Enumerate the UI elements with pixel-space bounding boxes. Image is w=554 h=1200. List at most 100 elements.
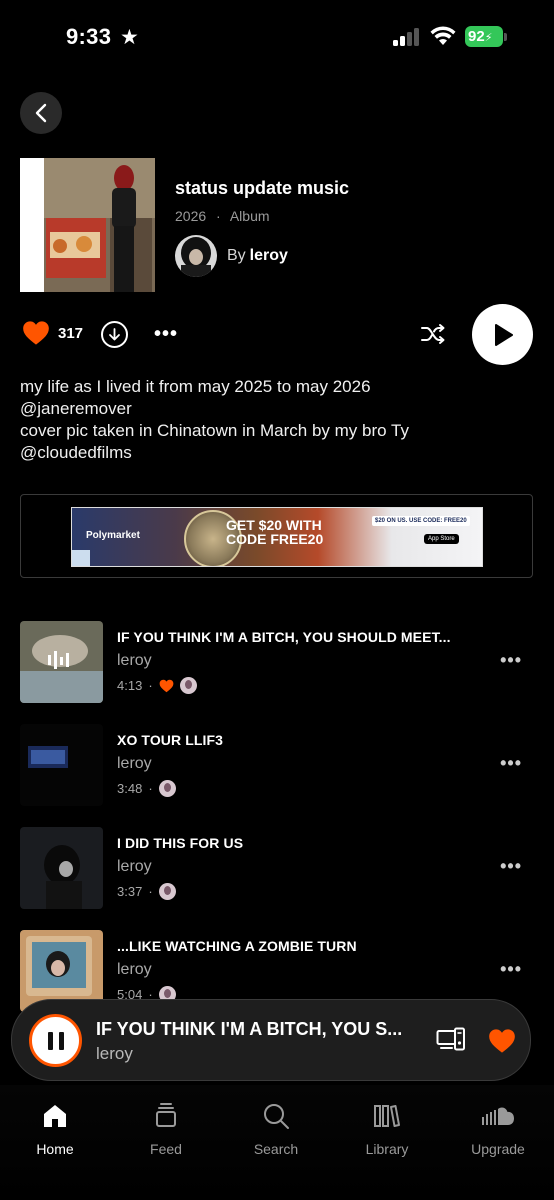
nav-feed[interactable]: Feed bbox=[116, 1101, 216, 1157]
ad-app-store-badge: App Store bbox=[424, 534, 459, 544]
track-row[interactable]: I DID THIS FOR US leroy 3:37 · ••• bbox=[20, 827, 534, 911]
favorite-star-icon: ★ bbox=[120, 26, 139, 49]
nav-label: Home bbox=[36, 1141, 74, 1157]
track-duration: 3:37 bbox=[117, 884, 143, 899]
back-button[interactable] bbox=[20, 92, 62, 134]
nav-label: Search bbox=[253, 1141, 299, 1157]
soundcloud-icon bbox=[482, 1107, 514, 1125]
album-meta: 2026 · Album bbox=[175, 208, 270, 224]
status-bar: 9:33 ★ 92⚡ bbox=[0, 0, 554, 72]
track-title: XO TOUR LLIF3 bbox=[117, 732, 224, 748]
ad-headline: GET $20 WITH CODE FREE20 bbox=[226, 517, 324, 547]
track-meta: 3:37 · bbox=[117, 883, 176, 900]
track-artwork-image bbox=[20, 724, 103, 806]
wifi-icon bbox=[430, 26, 456, 45]
ad-cta: $20 ON US. USE CODE: FREE20 bbox=[372, 516, 470, 526]
description-mention[interactable]: @cloudedfilms bbox=[20, 442, 540, 464]
ad-container: Polymarket GET $20 WITH CODE FREE20 $20 … bbox=[20, 494, 533, 578]
album-year: 2026 bbox=[175, 208, 207, 224]
shuffle-icon[interactable] bbox=[420, 322, 446, 346]
clock: 9:33 bbox=[66, 24, 112, 49]
track-meta: 3:48 · bbox=[117, 780, 176, 797]
album-type: Album bbox=[229, 208, 270, 224]
ad-choices-icon[interactable] bbox=[72, 550, 90, 566]
nav-home[interactable]: Home bbox=[5, 1101, 105, 1157]
library-icon bbox=[374, 1105, 400, 1127]
track-artwork bbox=[20, 827, 103, 909]
track-artist: leroy bbox=[117, 652, 152, 669]
more-options-button[interactable]: ••• bbox=[154, 323, 179, 345]
track-duration: 3:48 bbox=[117, 781, 143, 796]
battery-tip bbox=[504, 33, 507, 41]
nav-label: Upgrade bbox=[471, 1141, 525, 1157]
track-artist: leroy bbox=[117, 755, 152, 772]
nav-upgrade[interactable]: Upgrade bbox=[448, 1101, 548, 1157]
feed-icon bbox=[156, 1103, 176, 1127]
separator: · bbox=[148, 884, 153, 899]
separator: · bbox=[148, 678, 153, 693]
track-artwork bbox=[20, 724, 103, 806]
track-more-button[interactable]: ••• bbox=[500, 857, 522, 875]
nav-label: Feed bbox=[150, 1141, 182, 1157]
track-artist: leroy bbox=[117, 961, 152, 978]
search-icon bbox=[264, 1104, 289, 1129]
nav-search[interactable]: Search bbox=[226, 1101, 326, 1157]
connect-device-icon[interactable] bbox=[436, 1027, 466, 1053]
track-more-button[interactable]: ••• bbox=[500, 754, 522, 772]
description-line: my life as I lived it from may 2025 to m… bbox=[20, 377, 371, 396]
track-artwork bbox=[20, 621, 103, 703]
track-row[interactable]: IF YOU THINK I'M A BITCH, YOU SHOULD MEE… bbox=[20, 621, 534, 705]
chevron-left-icon bbox=[35, 103, 47, 123]
album-cover[interactable] bbox=[20, 158, 155, 292]
play-icon bbox=[494, 323, 513, 346]
description-line: cover pic taken in Chinatown in March by… bbox=[20, 421, 409, 440]
album-description: my life as I lived it from may 2025 to m… bbox=[20, 376, 540, 464]
battery-level: 92 bbox=[468, 28, 485, 45]
pause-icon-bar bbox=[47, 1031, 53, 1050]
artist-link[interactable]: By leroy bbox=[227, 247, 288, 265]
listener-avatar bbox=[158, 780, 176, 797]
ad-banner[interactable]: Polymarket GET $20 WITH CODE FREE20 $20 … bbox=[71, 507, 483, 567]
ad-brand: Polymarket bbox=[86, 530, 140, 541]
album-title: status update music bbox=[175, 178, 350, 198]
cellular-signal-icon bbox=[393, 28, 423, 46]
heart-icon[interactable] bbox=[488, 1028, 516, 1054]
download-button[interactable] bbox=[101, 321, 128, 348]
track-artwork-image bbox=[20, 621, 103, 703]
now-playing-title: IF YOU THINK I'M A BITCH, YOU S... bbox=[96, 1019, 403, 1039]
now-playing-artist: leroy bbox=[96, 1044, 133, 1063]
artist-name: leroy bbox=[249, 247, 288, 264]
track-duration: 4:13 bbox=[117, 678, 143, 693]
pause-button[interactable] bbox=[29, 1014, 82, 1067]
download-arrow-icon bbox=[109, 327, 120, 340]
play-button[interactable] bbox=[472, 304, 533, 365]
description-mention[interactable]: @janeremover bbox=[20, 398, 540, 420]
track-title: I DID THIS FOR US bbox=[117, 835, 244, 851]
avatar-image bbox=[175, 235, 217, 277]
track-more-button[interactable]: ••• bbox=[500, 960, 522, 978]
like-button[interactable]: 317 bbox=[22, 320, 83, 346]
track-title: ...LIKE WATCHING A ZOMBIE TURN bbox=[117, 938, 357, 954]
track-meta: 4:13 · bbox=[117, 677, 197, 694]
artist-avatar[interactable] bbox=[175, 235, 217, 277]
listener-avatar bbox=[158, 883, 176, 900]
listener-avatar bbox=[179, 677, 197, 694]
track-artist: leroy bbox=[117, 858, 152, 875]
like-count: 317 bbox=[58, 324, 84, 342]
track-more-button[interactable]: ••• bbox=[500, 651, 522, 669]
nav-library[interactable]: Library bbox=[337, 1101, 437, 1157]
battery-indicator: 92⚡ bbox=[465, 26, 503, 47]
nav-label: Library bbox=[365, 1141, 409, 1157]
track-row[interactable]: XO TOUR LLIF3 leroy 3:48 · ••• bbox=[20, 724, 534, 808]
mini-player[interactable]: IF YOU THINK I'M A BITCH, YOU S... leroy bbox=[11, 999, 531, 1081]
liked-heart-icon bbox=[159, 679, 174, 692]
album-cover-image bbox=[20, 158, 155, 292]
home-icon bbox=[44, 1105, 66, 1127]
heart-icon bbox=[23, 321, 49, 345]
track-artwork-image bbox=[20, 827, 103, 909]
by-prefix: By bbox=[227, 247, 246, 264]
separator: · bbox=[148, 781, 153, 796]
track-title: IF YOU THINK I'M A BITCH, YOU SHOULD MEE… bbox=[117, 629, 451, 645]
ellipsis-icon: ••• bbox=[154, 323, 179, 345]
pause-icon-bar bbox=[58, 1031, 64, 1050]
